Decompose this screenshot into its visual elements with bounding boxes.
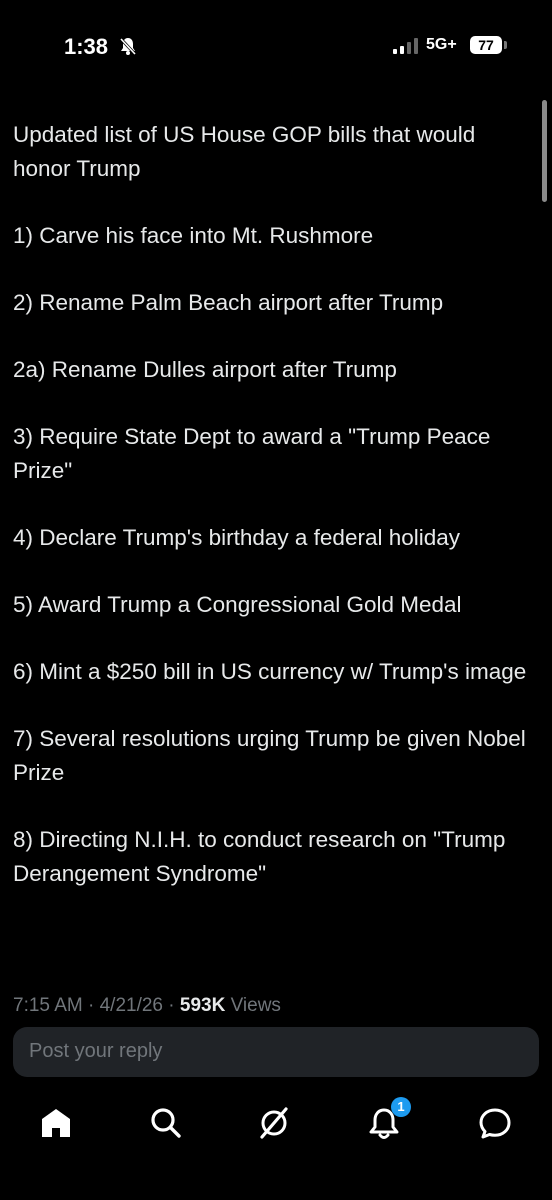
bell-muted-icon — [119, 37, 137, 56]
tweet-paragraph: 1) Carve his face into Mt. Rushmore — [13, 223, 374, 248]
home-icon — [42, 1109, 70, 1137]
tweet-paragraph: 4) Declare Trump's birthday a federal ho… — [13, 525, 461, 550]
grok-icon — [260, 1107, 288, 1139]
tweet-paragraph: 8) Directing N.I.H. to conduct research … — [13, 827, 506, 886]
nav-search[interactable] — [148, 1105, 184, 1141]
notification-badge: 1 — [391, 1097, 411, 1117]
nav-home[interactable] — [38, 1105, 74, 1141]
nav-grok[interactable] — [256, 1105, 292, 1141]
tweet-timestamp[interactable]: 7:15 AM · 4/21/26 · — [13, 995, 180, 1016]
scrollbar[interactable] — [542, 100, 547, 202]
network-type: 5G+ — [426, 36, 457, 53]
reply-input[interactable]: Post your reply — [13, 1027, 539, 1077]
reply-bar: Post your reply — [0, 1015, 552, 1085]
search-icon — [151, 1108, 181, 1138]
reply-placeholder: Post your reply — [29, 1040, 163, 1062]
tweet-text: Updated list of US House GOP bills that … — [13, 118, 538, 924]
tweet-paragraph: 2) Rename Palm Beach airport after Trump — [13, 290, 444, 315]
status-bar: 1:38 5G+ 77 — [0, 0, 552, 92]
bottom-nav — [0, 1085, 552, 1200]
battery-icon: 77 — [470, 36, 502, 54]
nav-messages[interactable] — [477, 1105, 513, 1141]
tweet-paragraph: Updated list of US House GOP bills that … — [13, 122, 476, 181]
tweet-paragraph: 6) Mint a $250 bill in US currency w/ Tr… — [13, 659, 527, 684]
tweet-paragraph: 3) Require State Dept to award a "Trump … — [13, 424, 491, 483]
signal-icon — [393, 38, 418, 54]
status-time: 1:38 — [64, 34, 109, 59]
view-count[interactable]: 593K — [180, 995, 225, 1016]
tweet-paragraph: 2a) Rename Dulles airport after Trump — [13, 357, 397, 382]
battery-level: 77 — [478, 37, 494, 53]
tweet-paragraph: 7) Several resolutions urging Trump be g… — [13, 726, 526, 785]
messages-icon — [479, 1108, 511, 1139]
views-label: Views — [225, 995, 281, 1016]
battery-tip — [504, 41, 507, 49]
tweet-paragraph: 5) Award Trump a Congressional Gold Meda… — [13, 592, 462, 617]
